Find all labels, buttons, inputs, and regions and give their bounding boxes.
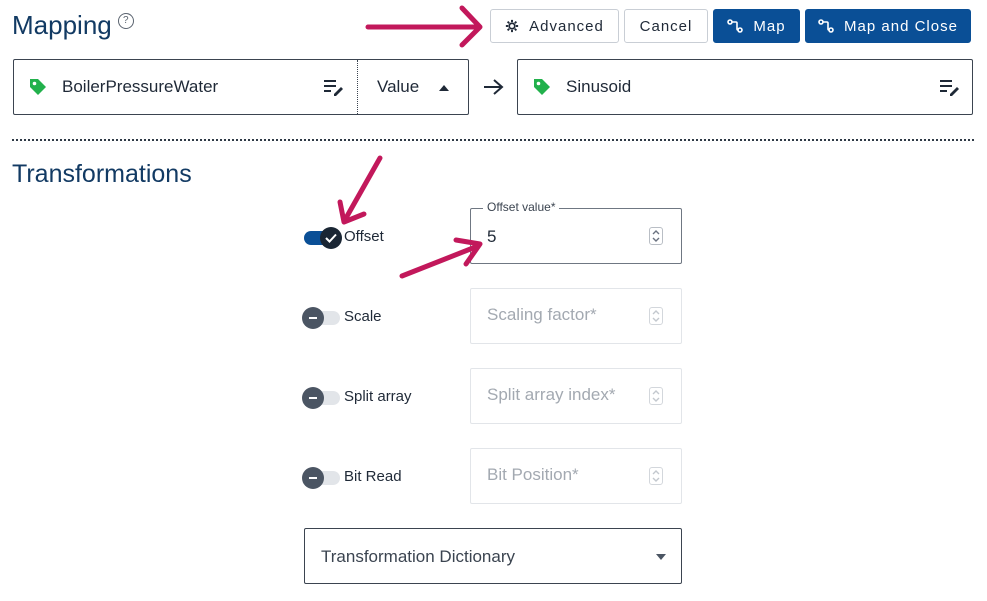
annotation-arrow-offset-toggle [343, 155, 383, 221]
annotation-arrows [337, 5, 483, 279]
